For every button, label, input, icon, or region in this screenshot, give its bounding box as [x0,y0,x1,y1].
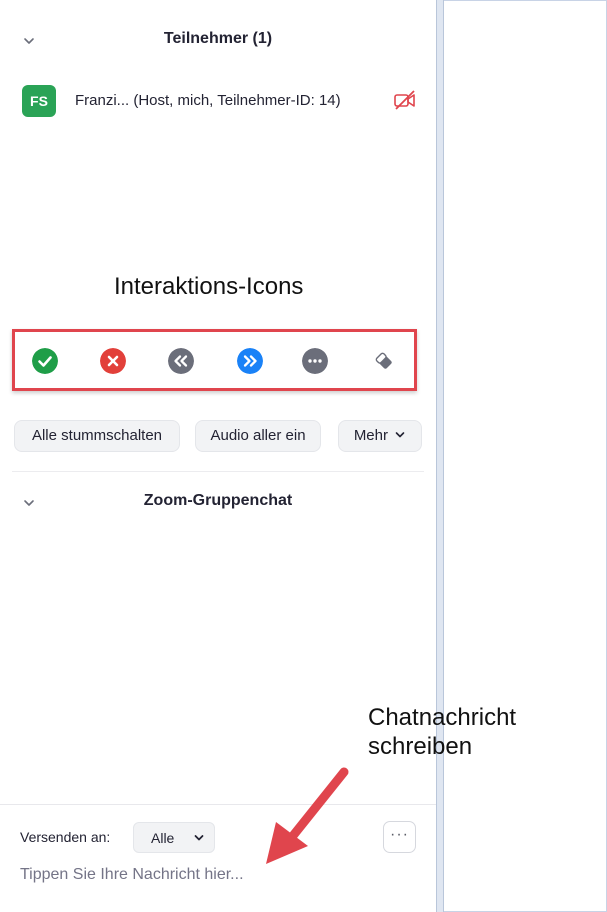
unmute-all-button[interactable]: Audio aller ein [195,420,321,452]
side-panel: Teilnehmer (1) FS Franzi... (Host, mich,… [0,0,436,912]
yes-icon[interactable] [32,348,58,374]
more-icon[interactable] [302,348,328,374]
more-button[interactable]: Mehr [338,420,422,452]
chat-title: Zoom-Gruppenchat [143,492,293,509]
section-divider [12,471,424,472]
participant-row[interactable]: FS Franzi... (Host, mich, Teilnehmer-ID:… [22,85,422,117]
send-to-value: Alle [151,830,175,846]
chat-input-divider [0,804,436,805]
annotation-chat-message: Chatnachricht schreiben [368,703,516,761]
chevron-down-icon [395,432,405,438]
video-off-icon [394,90,415,110]
panel-splitter[interactable] [436,0,444,912]
send-to-select[interactable]: Alle [133,822,215,853]
chevron-down-icon [194,835,204,841]
chat-header: Zoom-Gruppenchat [0,488,436,518]
participant-name: Franzi... (Host, mich, Teilnehmer-ID: 14… [75,92,341,109]
chat-message-input[interactable] [20,862,420,888]
go-slower-icon[interactable] [168,348,194,374]
send-to-label: Versenden an: [20,829,111,845]
avatar: FS [22,85,56,117]
annotation-chat-line1: Chatnachricht [368,704,517,731]
annotation-arrow-icon [266,767,349,864]
more-button-label: Mehr [353,427,388,444]
mute-all-button[interactable]: Alle stummschalten [14,420,180,452]
participants-title: Teilnehmer (1) [163,30,273,47]
clear-icon[interactable] [371,348,397,374]
reaction-icons-highlight [12,329,417,391]
go-faster-icon[interactable] [237,348,263,374]
annotation-interaction-icons: Interaktions-Icons [114,273,304,300]
no-icon[interactable] [100,348,126,374]
annotation-chat-line2: schreiben [368,733,473,760]
chat-more-options-button[interactable]: ··· [383,821,416,853]
participants-header: Teilnehmer (1) [0,26,436,56]
